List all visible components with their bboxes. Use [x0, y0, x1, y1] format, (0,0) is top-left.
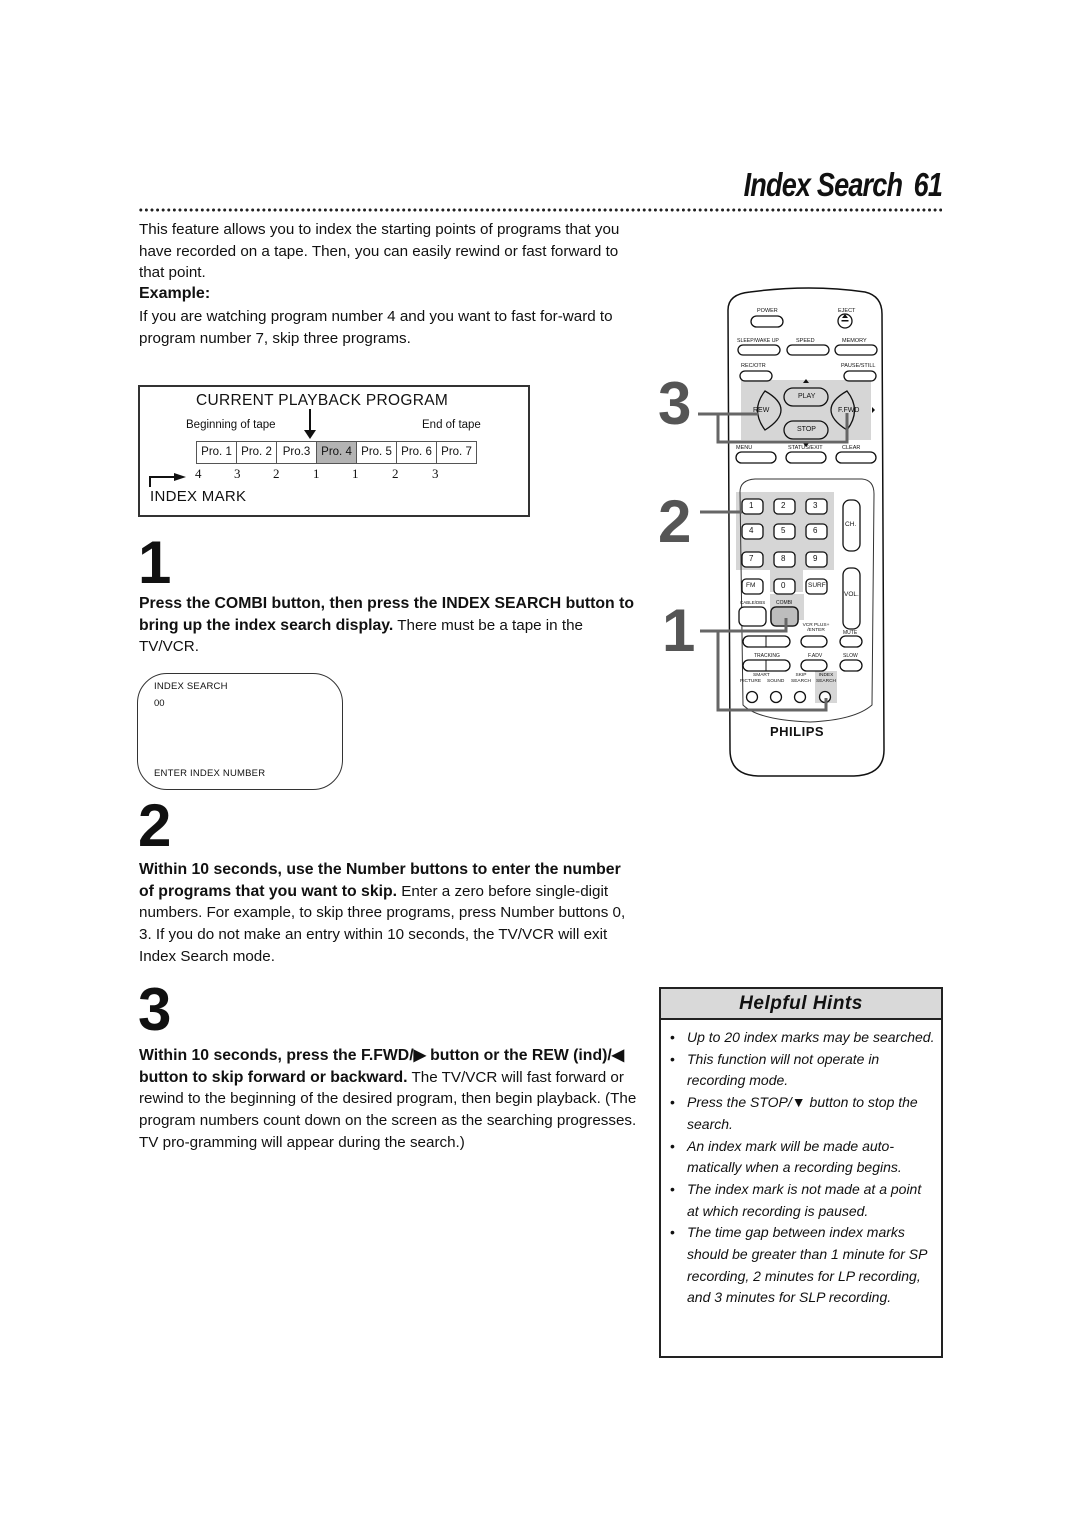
speed-button[interactable]: SPEED — [796, 338, 815, 344]
osd-value: 00 — [154, 698, 165, 709]
program-strip: Pro. 1 Pro. 2 Pro.3 Pro. 4 Pro. 5 Pro. 6… — [196, 441, 477, 464]
osd-prompt: ENTER INDEX NUMBER — [154, 768, 266, 779]
smart-label: SMART — [753, 673, 770, 678]
hints-title: Helpful Hints — [661, 989, 941, 1020]
play-button[interactable]: PLAY — [798, 393, 815, 400]
memory-button[interactable]: MEMORY — [842, 338, 867, 344]
program-cell: Pro.3 — [277, 442, 317, 463]
program-cell: Pro. 5 — [357, 442, 397, 463]
index-mark-label: INDEX MARK — [150, 488, 247, 505]
digit-0-button[interactable]: 0 — [781, 581, 785, 590]
title-text: Index Search — [743, 166, 903, 203]
index-mark-number: 1 — [352, 466, 359, 481]
index-mark-number: 1 — [313, 466, 320, 481]
callout-number: 2 — [658, 488, 692, 555]
callout-number: 1 — [662, 597, 696, 664]
digit-3-button[interactable]: 3 — [813, 501, 817, 510]
rec-otr-button[interactable]: REC/OTR — [741, 363, 766, 369]
beginning-of-tape-label: Beginning of tape — [186, 419, 276, 431]
current-program-arrow-icon — [304, 409, 316, 439]
menu-button[interactable]: MENU — [736, 445, 752, 451]
intro-paragraph: This feature allows you to index the sta… — [139, 221, 620, 282]
surf-button[interactable]: SURF — [808, 582, 826, 589]
ffwd-button[interactable]: F.FWD — [838, 407, 859, 414]
index-diagram: CURRENT PLAYBACK PROGRAM Beginning of ta… — [138, 385, 530, 517]
step-number: 2 — [138, 792, 172, 859]
hint-item: Press the STOP/▼ button to stop the sear… — [667, 1092, 935, 1135]
program-cell: Pro. 2 — [237, 442, 277, 463]
eject-button[interactable]: EJECT — [838, 308, 855, 314]
index-mark-number: 2 — [392, 466, 399, 481]
hint-item: An index mark will be made auto-maticall… — [667, 1136, 935, 1179]
smart-sound-button[interactable]: SOUND — [767, 679, 784, 684]
step-1-text: Press the COMBI button, then press the I… — [139, 593, 639, 658]
hints-list: Up to 20 index marks may be searched. Th… — [661, 1020, 941, 1309]
mute-button[interactable]: MUTE — [843, 630, 857, 636]
digit-2-button[interactable]: 2 — [781, 501, 785, 510]
program-cell: Pro. 7 — [437, 442, 476, 463]
diagram-title: CURRENT PLAYBACK PROGRAM — [196, 392, 449, 409]
remote-illustration: POWER EJECT SLEEP/WAKE UP SPEED MEMORY R… — [640, 280, 900, 780]
program-cell-current: Pro. 4 — [317, 442, 357, 463]
step-3-text: Within 10 seconds, press the F.FWD/▶ but… — [139, 1045, 639, 1154]
index-mark-number: 2 — [273, 466, 280, 481]
helpful-hints-box: Helpful Hints Up to 20 index marks may b… — [659, 987, 943, 1358]
digit-7-button[interactable]: 7 — [749, 554, 753, 563]
combi-button[interactable]: COMBI — [776, 600, 792, 606]
example-text: If you are watching program number 4 and… — [139, 308, 613, 347]
osd-title: INDEX SEARCH — [154, 681, 228, 692]
digit-9-button[interactable]: 9 — [813, 554, 817, 563]
fm-button[interactable]: FM — [746, 582, 755, 589]
index-search-button[interactable]: INDEX SEARCH — [815, 673, 837, 684]
channel-rocker[interactable]: CH. — [845, 521, 856, 528]
philips-logo: PHILIPS — [770, 724, 825, 739]
power-button[interactable]: POWER — [757, 308, 778, 314]
index-mark-numbers: 4 3 2 1 1 2 3 — [195, 466, 485, 482]
digit-6-button[interactable]: 6 — [813, 526, 817, 535]
step-2-text: Within 10 seconds, use the Number button… — [139, 859, 639, 968]
program-cell: Pro. 6 — [397, 442, 437, 463]
page-title: Index Search 61 — [743, 166, 942, 204]
tv-screen-display: INDEX SEARCH 00 ENTER INDEX NUMBER — [137, 673, 343, 790]
pause-still-button[interactable]: PAUSE/STILL — [841, 363, 875, 369]
smart-picture-button[interactable]: PICTURE — [740, 679, 761, 684]
digit-8-button[interactable]: 8 — [781, 554, 785, 563]
step-number: 1 — [138, 529, 172, 596]
hint-item: Up to 20 index marks may be searched. — [667, 1027, 935, 1049]
status-exit-button[interactable]: STATUS/EXIT — [788, 445, 823, 451]
digit-4-button[interactable]: 4 — [749, 526, 753, 535]
sleep-wake-up-button[interactable]: SLEEP/WAKE UP — [737, 338, 779, 344]
fadv-button[interactable]: F.ADV — [808, 653, 822, 659]
index-mark-number: 3 — [234, 466, 241, 481]
slow-button[interactable]: SLOW — [843, 653, 858, 659]
volume-rocker[interactable]: VOL. — [844, 591, 859, 598]
stop-button[interactable]: STOP — [797, 426, 816, 433]
cable-dbs-button[interactable]: CABLE/DBS — [740, 600, 765, 605]
digit-1-button[interactable]: 1 — [749, 501, 753, 510]
hint-item: This function will not operate in record… — [667, 1049, 935, 1092]
program-cell: Pro. 1 — [197, 442, 237, 463]
example-heading: Example: — [139, 285, 211, 302]
step-number: 3 — [138, 976, 172, 1043]
rew-button[interactable]: REW — [753, 407, 769, 414]
hint-item: The time gap between index marks should … — [667, 1222, 935, 1309]
index-mark-arrow-icon — [149, 473, 186, 487]
callout-number: 3 — [658, 370, 692, 437]
index-mark-number: 3 — [432, 466, 439, 481]
page-number: 61 — [913, 166, 943, 203]
end-of-tape-label: End of tape — [422, 419, 481, 431]
index-mark-number: 4 — [195, 466, 202, 481]
skip-search-button[interactable]: SKIP SEARCH — [790, 673, 812, 684]
tracking-button[interactable]: TRACKING — [754, 653, 780, 659]
vcr-plus-enter-button[interactable]: VCR PLUS+ /ENTER — [801, 623, 831, 633]
digit-5-button[interactable]: 5 — [781, 526, 785, 535]
hint-item: The index mark is not made at a point at… — [667, 1179, 935, 1222]
dotted-divider — [138, 207, 942, 213]
clear-button[interactable]: CLEAR — [842, 445, 860, 451]
